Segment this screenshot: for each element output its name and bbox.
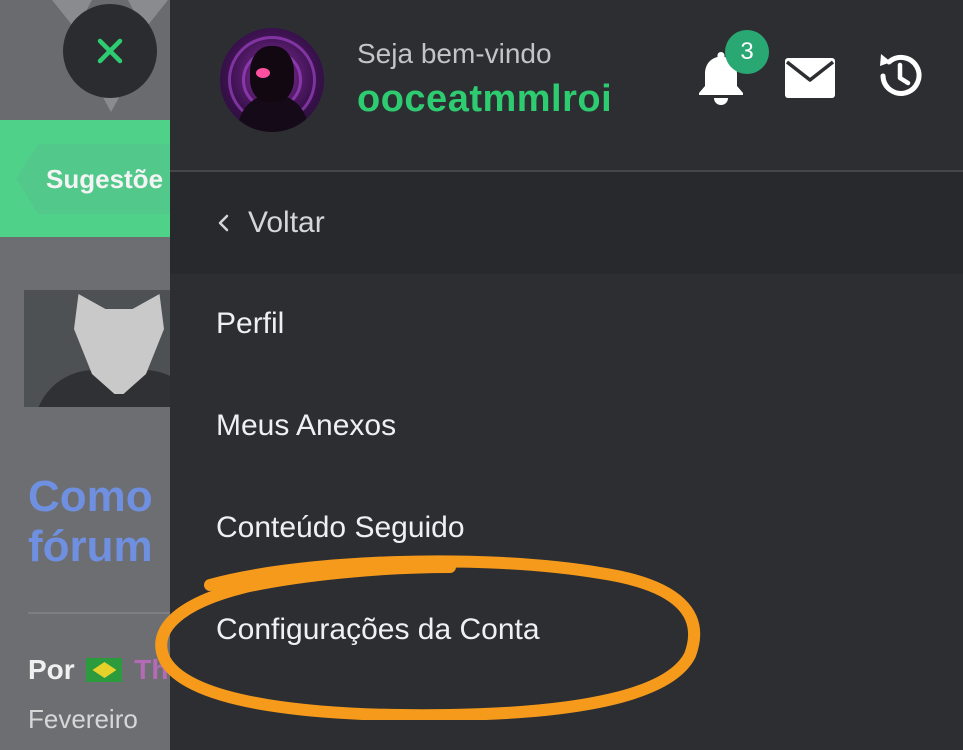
back-button[interactable]: Voltar: [170, 172, 963, 274]
back-label: Voltar: [248, 206, 325, 239]
author-prefix: Por: [28, 654, 75, 685]
close-drawer-button[interactable]: [63, 4, 157, 98]
avatar[interactable]: [220, 28, 324, 132]
chevron-left-icon: [218, 214, 229, 232]
topic-author: Por Th: [28, 654, 168, 686]
topic-title-line-2: fórum: [28, 522, 153, 571]
menu-item-label: Perfil: [216, 307, 285, 340]
menu-item-label: Meus Anexos: [216, 409, 397, 442]
menu-item-meus-anexos[interactable]: Meus Anexos: [170, 376, 963, 476]
drawer-header: Seja bem-vindo ooceatmmlroi 3: [170, 0, 963, 170]
menu-item-configuracoes-da-conta[interactable]: Configurações da Conta: [170, 580, 963, 680]
topic-divider: [28, 612, 178, 614]
menu-item-label: Conteúdo Seguido: [216, 511, 465, 544]
category-pill-label: Sugestõe: [46, 163, 164, 194]
history-icon[interactable]: [873, 50, 925, 102]
username[interactable]: ooceatmmlroi: [357, 78, 612, 121]
topic-title: Como fórum: [28, 472, 153, 572]
author-name: Th: [134, 654, 169, 685]
menu-item-perfil[interactable]: Perfil: [170, 274, 963, 374]
topic-thumbnail: [24, 290, 174, 407]
notification-badge[interactable]: 3: [725, 30, 769, 74]
topic-date: Fevereiro: [28, 704, 138, 734]
topic-title-line-1: Como: [28, 472, 153, 521]
mail-icon[interactable]: [785, 58, 835, 98]
menu-item-label: Configurações da Conta: [216, 613, 540, 646]
menu-item-conteudo-seguido[interactable]: Conteúdo Seguido: [170, 478, 963, 578]
brazil-flag-icon: [86, 658, 123, 682]
welcome-text: Seja bem-vindo: [357, 38, 552, 69]
close-icon: [97, 38, 123, 64]
user-drawer: Seja bem-vindo ooceatmmlroi 3 Voltar Per…: [170, 0, 963, 750]
